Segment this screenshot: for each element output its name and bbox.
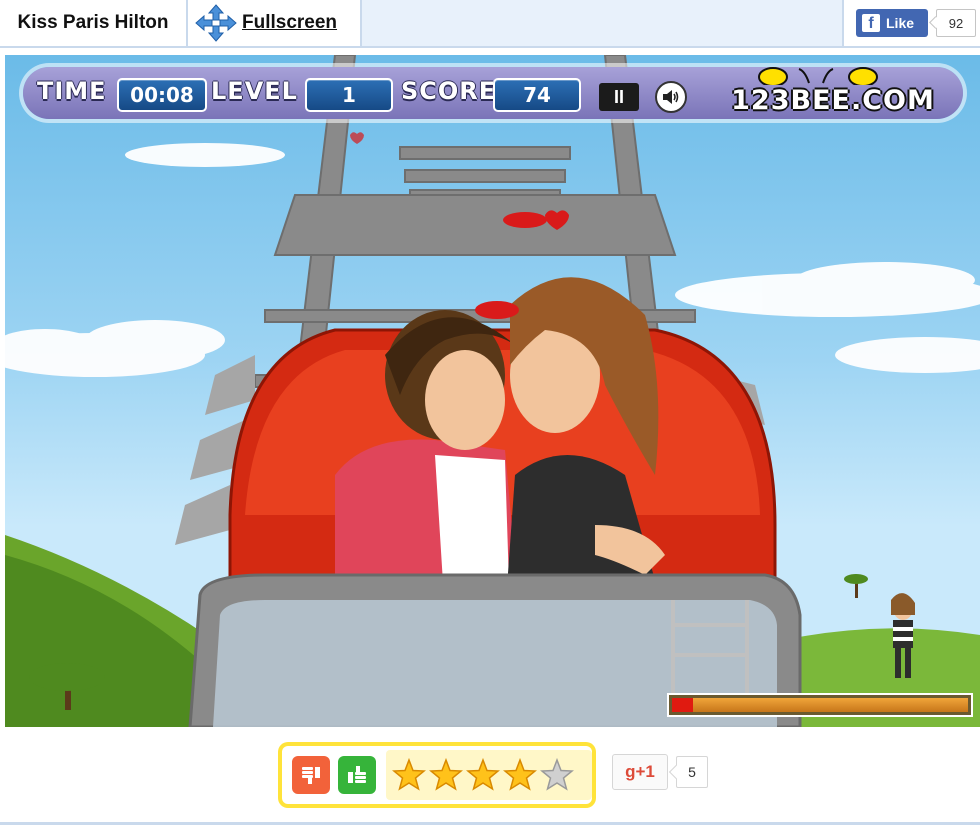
level-value: 1 — [305, 78, 393, 112]
star-icon[interactable] — [466, 758, 500, 792]
game-canvas[interactable]: TIME 00:08 LEVEL 1 SCORE 74 II 123BEE.CO… — [5, 55, 980, 727]
move-arrows-icon — [194, 3, 238, 43]
pause-button[interactable]: II — [599, 83, 639, 111]
thumbs-up-button[interactable] — [338, 756, 376, 794]
star-icon[interactable] — [503, 758, 537, 792]
star-icon[interactable] — [540, 758, 574, 792]
facebook-like-widget: f Like 92 — [842, 0, 980, 46]
bee-wings-icon — [758, 67, 878, 85]
thumbs-down-icon — [302, 767, 320, 784]
brand-text: 123BEE.COM — [731, 85, 935, 116]
game-title-box: Kiss Paris Hilton — [0, 0, 188, 46]
kiss-meter-fill — [672, 698, 693, 712]
facebook-like-button[interactable]: f Like — [856, 9, 928, 37]
fullscreen-label: Fullscreen — [242, 12, 338, 33]
game-scene — [5, 55, 980, 727]
time-label: TIME — [37, 77, 107, 105]
kiss-meter-track — [672, 698, 968, 712]
tree-right — [844, 574, 868, 598]
score-label: SCORE — [401, 77, 497, 105]
speaker-icon[interactable] — [655, 81, 687, 113]
time-value: 00:08 — [117, 78, 207, 112]
score-value: 74 — [493, 78, 581, 112]
star-icon[interactable] — [429, 758, 463, 792]
star-icon[interactable] — [392, 758, 426, 792]
game-title: Kiss Paris Hilton — [17, 12, 169, 33]
google-plus-button[interactable]: g+1 — [612, 754, 668, 790]
google-plus-count: 5 — [676, 756, 708, 788]
facebook-like-count: 92 — [936, 9, 976, 37]
thumbs-up-icon — [348, 766, 366, 783]
facebook-icon: f — [862, 14, 880, 32]
facebook-like-label: Like — [886, 15, 915, 31]
rating-inner — [282, 746, 592, 804]
star-rating — [386, 750, 592, 800]
kiss-meter — [667, 693, 973, 717]
top-bar: Kiss Paris Hilton Fullscreen f Like 92 — [0, 0, 980, 48]
game-hud: TIME 00:08 LEVEL 1 SCORE 74 II 123BEE.CO… — [23, 67, 963, 119]
fullscreen-button[interactable]: Fullscreen — [188, 0, 362, 46]
thumbs-down-button[interactable] — [292, 756, 330, 794]
level-label: LEVEL — [211, 77, 298, 105]
rating-widget — [278, 742, 596, 808]
brand-logo[interactable]: 123BEE.COM — [713, 67, 953, 117]
